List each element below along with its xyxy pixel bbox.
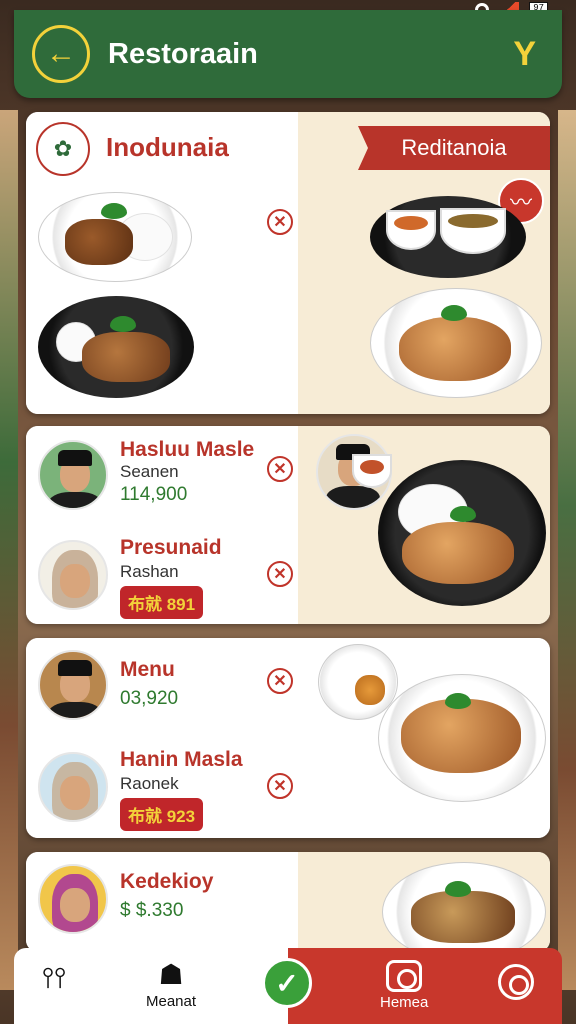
settings-icon	[498, 964, 534, 1000]
chef-icon: ☗	[158, 959, 184, 990]
dish-image[interactable]	[378, 460, 546, 606]
no-chili-icon[interactable]: ✕	[267, 668, 293, 694]
person-name: Kedekioy	[120, 870, 214, 893]
garnish	[445, 693, 471, 709]
restaurant-card-4[interactable]: Kedekioy $ $.330	[26, 852, 550, 952]
filter-button[interactable]: Y	[513, 35, 536, 74]
food	[411, 891, 515, 943]
avatar[interactable]	[38, 752, 108, 822]
card-left-panel: Hasluu Masle Seanen 114,900 ✕ Presunaid …	[26, 426, 298, 624]
card-right-panel	[298, 638, 550, 838]
filter-icon: Y	[513, 34, 536, 73]
card-left-panel: Kedekioy $ $.330	[26, 852, 298, 952]
avatar[interactable]	[38, 864, 108, 934]
app-header: ← Restoraain Y	[14, 10, 562, 98]
no-chili-icon[interactable]: ✕	[267, 773, 293, 799]
garnish	[450, 506, 476, 522]
bowl	[352, 454, 392, 488]
bowl	[440, 208, 506, 254]
garnish	[441, 305, 467, 321]
avatar[interactable]	[38, 540, 108, 610]
avatar[interactable]	[38, 650, 108, 720]
price-label: $ $.330	[120, 900, 184, 921]
logo-emblem-icon: ✿	[36, 122, 90, 176]
restaurant-card-1[interactable]: ✿ Inodunaia ✕ Reditanoia 〰	[26, 112, 550, 414]
card-left-panel: Menu 03,920 ✕ Hanin Masla Raonek 布就 923 …	[26, 638, 298, 838]
restaurant-card-2[interactable]: Hasluu Masle Seanen 114,900 ✕ Presunaid …	[26, 426, 550, 624]
nav-item-utensils[interactable]: ⫯⫯	[42, 962, 66, 997]
price-tag: 布就 891	[120, 586, 204, 619]
card-left-panel: ✿ Inodunaia ✕	[26, 112, 298, 414]
dish-image[interactable]	[370, 288, 542, 398]
nav-left-section: ⫯⫯ ☗ Meanat	[14, 948, 288, 1024]
restaurant-card-3[interactable]: Menu 03,920 ✕ Hanin Masla Raonek 布就 923 …	[26, 638, 550, 838]
back-arrow-icon: ←	[46, 37, 76, 70]
dish-image[interactable]	[38, 296, 194, 398]
nav-right-section: Hemea	[288, 948, 562, 1024]
nav-label: Hemea	[380, 994, 429, 1011]
person-subtitle: Raonek	[120, 774, 179, 793]
nav-label: Meanat	[146, 993, 197, 1010]
category-ribbon: Reditanoia	[358, 126, 550, 170]
no-chili-icon[interactable]: ✕	[267, 561, 293, 587]
bottom-navigation: ⫯⫯ ☗ Meanat ✓ Hemea	[14, 948, 562, 1024]
card-right-panel	[298, 852, 550, 952]
person-name: Presunaid	[120, 536, 222, 559]
price-tag: 布就 923	[120, 798, 204, 831]
price-label: 114,900	[120, 484, 188, 505]
avatar[interactable]	[38, 440, 108, 510]
camera-icon	[386, 960, 423, 992]
dish-image[interactable]	[378, 674, 546, 802]
food	[401, 699, 521, 773]
food	[65, 219, 133, 265]
no-chili-icon[interactable]: ✕	[267, 456, 293, 482]
background-right	[558, 110, 576, 990]
confirm-button[interactable]: ✓	[262, 958, 312, 1008]
garnish	[445, 881, 471, 897]
background-left	[0, 110, 18, 990]
dish-image[interactable]	[38, 192, 192, 282]
page-title: Restoraain	[108, 37, 258, 70]
food	[82, 332, 170, 382]
card-right-panel: Reditanoia 〰	[298, 112, 550, 414]
card-title: Inodunaia	[106, 132, 229, 162]
nav-item-hemea[interactable]: Hemea	[380, 960, 428, 1011]
checkmark-icon: ✓	[275, 967, 299, 999]
utensils-icon: ⫯⫯	[42, 962, 67, 993]
dish-image[interactable]	[370, 196, 526, 278]
bowl	[386, 210, 436, 250]
card-right-panel	[298, 426, 550, 624]
person-subtitle: Seanen	[120, 462, 179, 481]
dish-image[interactable]	[382, 862, 546, 952]
person-name: Menu	[120, 658, 175, 681]
person-name: Hanin Masla	[120, 748, 243, 771]
nav-item-meanat[interactable]: ☗ Meanat	[146, 958, 196, 1010]
food	[355, 675, 385, 705]
nav-item-settings[interactable]	[498, 964, 534, 1002]
back-button[interactable]: ←	[32, 25, 90, 83]
food	[402, 522, 514, 584]
price-label: 03,920	[120, 688, 179, 709]
food	[399, 317, 511, 381]
garnish	[101, 203, 127, 219]
person-name: Hasluu Masle	[120, 438, 255, 461]
person-subtitle: Rashan	[120, 562, 179, 581]
garnish	[110, 316, 136, 332]
no-chili-icon[interactable]: ✕	[267, 209, 293, 235]
